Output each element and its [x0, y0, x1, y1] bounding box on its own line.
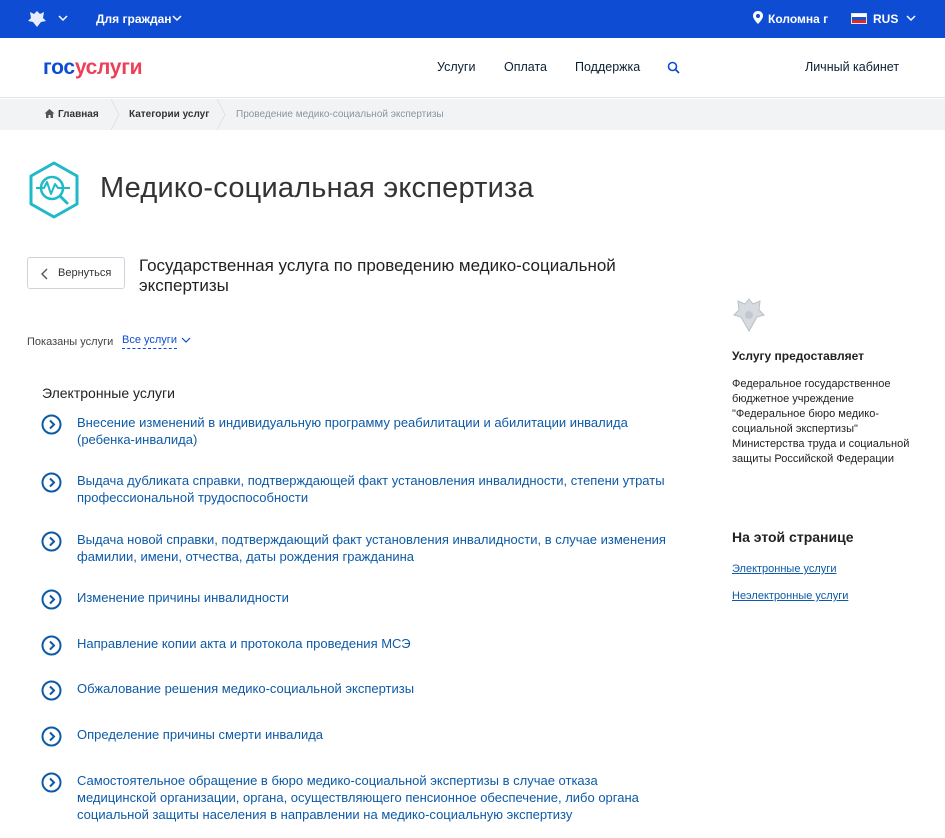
- location-pin-icon: [753, 11, 763, 24]
- chevron-down-icon[interactable]: [906, 13, 916, 23]
- breadcrumb: Главная Категории услуг Проведение медик…: [0, 99, 945, 130]
- emblem-icon: [733, 298, 765, 333]
- service-link[interactable]: Определение причины смерти инвалида: [77, 726, 667, 743]
- service-link[interactable]: Изменение причины инвалидности: [77, 589, 667, 606]
- chevron-down-icon[interactable]: [181, 336, 191, 344]
- service-link[interactable]: Внесение изменений в индивидуальную прог…: [77, 414, 667, 448]
- nav-services[interactable]: Услуги: [437, 60, 475, 74]
- site-header: госуслуги Услуги Оплата Поддержка Личный…: [0, 38, 945, 98]
- circle-chevron-right-icon: [41, 472, 62, 493]
- circle-chevron-right-icon: [41, 726, 62, 747]
- circle-chevron-right-icon: [41, 414, 62, 435]
- breadcrumb-separator: [110, 99, 120, 130]
- search-icon[interactable]: [667, 61, 680, 74]
- top-bar: Для граждан Коломна г RUS: [0, 0, 945, 38]
- on-this-page-title: На этой странице: [732, 529, 854, 545]
- services-filter-dropdown[interactable]: Все услуги: [122, 334, 177, 349]
- nav-payment[interactable]: Оплата: [504, 60, 547, 74]
- gosuslugi-logo[interactable]: госуслуги: [43, 56, 143, 80]
- logo-part-uslugi: услуги: [74, 56, 143, 79]
- service-link[interactable]: Самостоятельное обращение в бюро медико-…: [77, 772, 667, 823]
- service-link[interactable]: Выдача дубликата справки, подтверждающей…: [77, 472, 667, 506]
- provider-title: Услугу предоставляет: [732, 349, 865, 363]
- language-selector[interactable]: RUS: [873, 12, 898, 26]
- breadcrumb-home[interactable]: Главная: [58, 109, 99, 120]
- chevron-down-icon[interactable]: [172, 13, 182, 23]
- circle-chevron-right-icon: [41, 680, 62, 701]
- circle-chevron-right-icon: [41, 635, 62, 656]
- circle-chevron-right-icon: [41, 589, 62, 610]
- breadcrumb-separator: [216, 99, 226, 130]
- breadcrumb-current: Проведение медико-социальной экспертизы: [236, 109, 444, 120]
- breadcrumb-categories[interactable]: Категории услуг: [129, 109, 209, 120]
- service-title: Государственная услуга по проведению мед…: [139, 256, 616, 295]
- chevron-down-icon[interactable]: [58, 13, 68, 23]
- flag-icon: [851, 13, 867, 24]
- provider-text: Федеральное государственное бюджетное уч…: [732, 378, 910, 465]
- back-button[interactable]: Вернуться: [27, 257, 125, 289]
- pulse-search-icon: [29, 161, 79, 219]
- home-icon[interactable]: [44, 108, 55, 119]
- location-link[interactable]: Коломна г: [768, 12, 828, 26]
- anchor-electronic-services[interactable]: Электронные услуги: [732, 563, 836, 575]
- page-title: Медико-социальная экспертиза: [100, 172, 534, 204]
- nav-support[interactable]: Поддержка: [575, 60, 640, 74]
- logo-part-gos: гос: [43, 56, 75, 79]
- audience-selector[interactable]: Для граждан: [96, 12, 172, 26]
- section-title-electronic: Электронные услуги: [42, 385, 175, 401]
- service-link[interactable]: Выдача новой справки, подтверждающий фак…: [77, 531, 667, 565]
- anchor-non-electronic-services[interactable]: Неэлектронные услуги: [732, 590, 848, 602]
- circle-chevron-right-icon: [41, 531, 62, 552]
- circle-chevron-right-icon: [41, 772, 62, 793]
- service-link[interactable]: Направление копии акта и протокола прове…: [77, 635, 667, 652]
- back-button-label: Вернуться: [58, 267, 112, 279]
- emblem-icon[interactable]: [26, 8, 48, 30]
- chevron-left-icon: [41, 268, 48, 280]
- shown-services-label: Показаны услуги: [27, 336, 114, 348]
- personal-cabinet-link[interactable]: Личный кабинет: [805, 60, 899, 74]
- service-link[interactable]: Обжалование решения медико-социальной эк…: [77, 680, 667, 697]
